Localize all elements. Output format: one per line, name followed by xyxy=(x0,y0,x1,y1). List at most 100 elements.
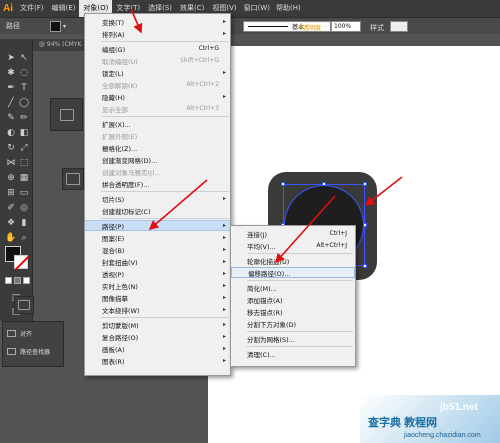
eyedropper-tool-icon[interactable]: ✐ xyxy=(5,203,17,213)
menu-separator xyxy=(101,116,229,117)
path-submenu-item[interactable]: 平均(V)... Alt+Ctrl+J xyxy=(231,240,355,251)
paintbrush-tool-icon[interactable]: ✎ xyxy=(5,113,17,123)
object-menu-item[interactable]: 路径(P) ▸ xyxy=(85,220,230,231)
zoom-tool-icon[interactable]: ⌕ xyxy=(18,233,30,243)
fill-swatch[interactable] xyxy=(50,20,61,32)
menu-separator xyxy=(101,218,229,219)
menu-item-shortcut: Alt+Ctrl+3 xyxy=(186,105,219,112)
object-menu-item[interactable]: 栅格化(Z)... xyxy=(85,142,230,153)
menu-item-label: 取消编组(U) xyxy=(102,57,138,66)
tools-panel: ➤ ↖ ✱ ◌ ✒ T ╱ ◯ ✎ ✏ ◐ ◧ ↻ ⤢ ⋈ ⬚ ⊕ ▦ ⊞ ▭ … xyxy=(0,39,33,321)
object-menu-item[interactable]: 实时上色(N) ▸ xyxy=(85,280,230,291)
menu-separator xyxy=(101,317,229,318)
perspective-grid-tool-icon[interactable]: ▦ xyxy=(18,173,30,183)
object-menu-item[interactable]: 创建裁切标记(C) xyxy=(85,205,230,216)
align-panel-tab[interactable]: 对齐 xyxy=(3,326,63,340)
hand-tool-icon[interactable]: ✋ xyxy=(5,233,17,243)
object-menu-item: 取消编组(U) Shift+Ctrl+G xyxy=(85,55,230,66)
symbol-sprayer-tool-icon[interactable]: ❖ xyxy=(5,218,17,228)
object-menu-item[interactable]: 透视(P) ▸ xyxy=(85,268,230,279)
menu-window[interactable]: 窗口(W) xyxy=(241,0,273,17)
object-menu-item[interactable]: 拼合透明度(F)... xyxy=(85,178,230,189)
object-menu-item[interactable]: 隐藏(H) ▸ xyxy=(85,91,230,102)
color-mode-icon[interactable] xyxy=(5,277,12,284)
layers-icon[interactable] xyxy=(18,300,30,310)
object-menu-item[interactable]: 扩展(X)... xyxy=(85,118,230,129)
panel-menu-icon[interactable] xyxy=(60,109,74,121)
menu-item-label: 创建渐变网格(D)... xyxy=(102,156,158,165)
object-menu-item[interactable]: 切片(S) ▸ xyxy=(85,193,230,204)
submenu-arrow-icon: ▸ xyxy=(222,306,226,313)
menu-item-label: 扩展(X)... xyxy=(102,120,131,129)
type-tool-icon[interactable]: T xyxy=(18,83,30,93)
object-menu-item[interactable]: 变换(T) ▸ xyxy=(85,16,230,27)
handle-right[interactable] xyxy=(363,223,367,227)
path-submenu-item[interactable]: 连接(J) Ctrl+J xyxy=(231,228,355,239)
mesh-tool-icon[interactable]: ⊞ xyxy=(5,188,17,198)
magic-wand-tool-icon[interactable]: ✱ xyxy=(5,68,17,78)
opacity-input[interactable]: 100% xyxy=(331,21,361,32)
path-submenu-item[interactable]: 轮廓化描边(U) xyxy=(231,255,355,266)
stroke-color-box[interactable] xyxy=(14,255,28,269)
handle-bottom-right[interactable] xyxy=(363,264,367,268)
opacity-label[interactable]: 不透明度 xyxy=(297,23,321,32)
object-menu-item[interactable]: 复合路径(O) ▸ xyxy=(85,331,230,342)
object-menu-item[interactable]: 锁定(L) ▸ xyxy=(85,67,230,78)
path-submenu-item[interactable]: 分割下方对象(D) xyxy=(231,318,355,329)
collapsed-panel-dock-2[interactable] xyxy=(62,168,84,190)
object-menu-item[interactable]: 创建渐变网格(D)... xyxy=(85,154,230,165)
submenu-item-shortcut: Ctrl+J xyxy=(329,230,347,237)
object-menu-item[interactable]: 封套扭曲(V) ▸ xyxy=(85,256,230,267)
collapsed-panel-dock-3[interactable] xyxy=(14,296,34,314)
direct-selection-tool-icon[interactable]: ↖ xyxy=(18,53,30,63)
object-menu-item[interactable]: 文本绕排(W) ▸ xyxy=(85,304,230,315)
blend-tool-icon[interactable]: ◎ xyxy=(18,203,30,213)
object-menu-item[interactable]: 剪切蒙版(M) ▸ xyxy=(85,319,230,330)
scale-tool-icon[interactable]: ⤢ xyxy=(18,143,30,153)
selection-tool-icon[interactable]: ➤ xyxy=(5,53,17,63)
path-submenu-item[interactable]: 添加锚点(A) xyxy=(231,294,355,305)
width-tool-icon[interactable]: ⋈ xyxy=(5,158,17,168)
object-menu-item[interactable]: 排列(A) ▸ xyxy=(85,28,230,39)
object-menu-item[interactable]: 编组(G) Ctrl+G xyxy=(85,43,230,54)
object-menu-item[interactable]: 混合(B) ▸ xyxy=(85,244,230,255)
handle-top-right[interactable] xyxy=(363,182,367,186)
path-submenu-item[interactable]: 分割为网格(S)... xyxy=(231,333,355,344)
ellipse-tool-icon[interactable]: ◯ xyxy=(18,98,30,108)
document-tab[interactable]: @ 94% (CMYK xyxy=(33,39,85,51)
graphic-style-swatch[interactable] xyxy=(390,21,408,32)
line-tool-icon[interactable]: ╱ xyxy=(5,98,17,108)
object-menu-item[interactable]: 图像描摹 ▸ xyxy=(85,292,230,303)
path-submenu-item[interactable]: 偏移路径(O)... xyxy=(231,267,355,278)
rotate-tool-icon[interactable]: ↻ xyxy=(5,143,17,153)
gradient-mode-icon[interactable] xyxy=(14,277,21,284)
handle-top-left[interactable] xyxy=(281,182,285,186)
collapsed-panel-dock[interactable] xyxy=(50,98,83,131)
object-menu-item[interactable]: 图案(E) ▸ xyxy=(85,232,230,243)
free-transform-tool-icon[interactable]: ⬚ xyxy=(18,158,30,168)
gradient-tool-icon[interactable]: ▭ xyxy=(18,188,30,198)
path-submenu-item[interactable]: 移去锚点(R) xyxy=(231,306,355,317)
handle-top[interactable] xyxy=(322,182,326,186)
submenu-arrow-icon: ▸ xyxy=(222,93,226,100)
shape-builder-tool-icon[interactable]: ⊕ xyxy=(5,173,17,183)
lasso-tool-icon[interactable]: ◌ xyxy=(18,68,30,78)
eraser-tool-icon[interactable]: ◧ xyxy=(18,128,30,138)
path-submenu-item[interactable]: 简化(M)... xyxy=(231,282,355,293)
menu-help[interactable]: 帮助(H) xyxy=(273,0,304,17)
object-menu-item: 扩展外观(E) xyxy=(85,130,230,141)
chevron-down-icon[interactable]: ▾ xyxy=(63,23,66,30)
blob-brush-tool-icon[interactable]: ◐ xyxy=(5,128,17,138)
pen-tool-icon[interactable]: ✒ xyxy=(5,83,17,93)
panel-icon[interactable] xyxy=(66,173,80,185)
path-submenu-item[interactable]: 清理(C)... xyxy=(231,348,355,359)
menu-edit[interactable]: 编辑(E) xyxy=(48,0,80,17)
submenu-arrow-icon: ▸ xyxy=(222,18,226,25)
object-menu-item[interactable]: 图表(R) ▸ xyxy=(85,355,230,366)
none-mode-icon[interactable] xyxy=(23,277,30,284)
pencil-tool-icon[interactable]: ✏ xyxy=(18,113,30,123)
object-menu-item[interactable]: 画板(A) ▸ xyxy=(85,343,230,354)
pathfinder-panel-tab[interactable]: 路径查找器 xyxy=(3,344,63,358)
menu-file[interactable]: 文件(F) xyxy=(16,0,48,17)
column-graph-tool-icon[interactable]: ▮ xyxy=(18,218,30,228)
